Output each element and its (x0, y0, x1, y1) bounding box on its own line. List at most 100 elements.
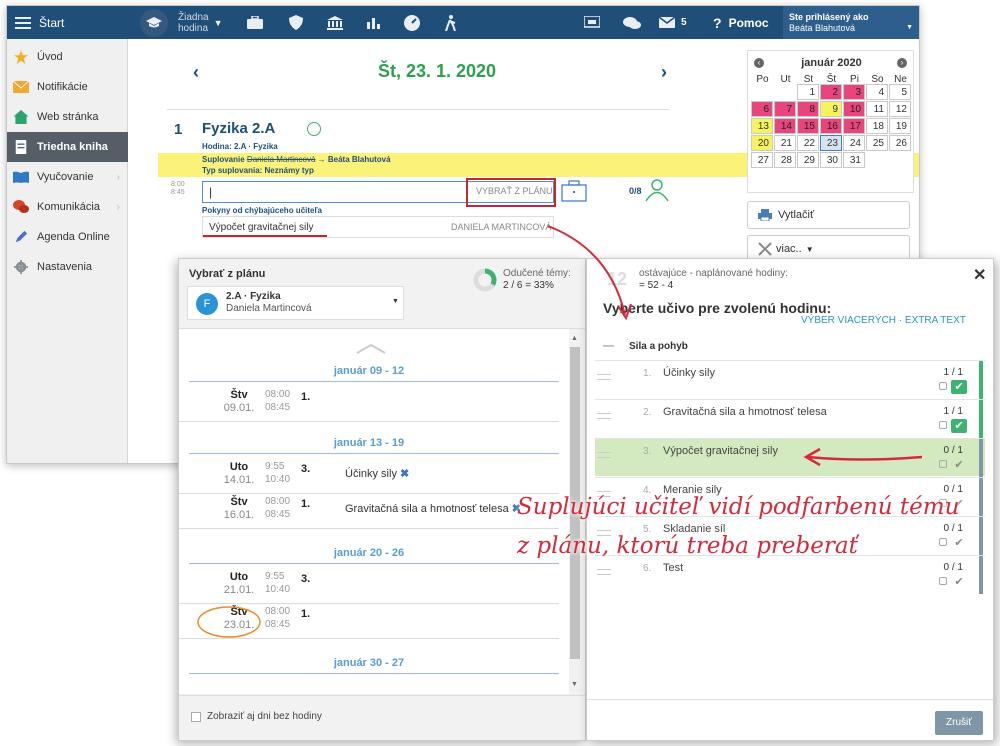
calendar-day[interactable]: 19 (889, 118, 911, 134)
sidebar-item-triedna-kniha[interactable]: Triedna kniha (7, 132, 128, 162)
pick-from-plan-button[interactable]: VYBRAŤ Z PLÁNU (466, 178, 556, 207)
calendar-day[interactable]: 1 (797, 84, 819, 100)
sidebar-item-uvod[interactable]: Úvod (7, 42, 128, 72)
topic-count: 0 / 1 (943, 562, 963, 573)
check-icon[interactable]: ✔ (951, 575, 967, 589)
lesson-row[interactable]: Štv 23.01. 08:00 08:45 1. (179, 604, 559, 640)
calendar-day[interactable]: 30 (820, 152, 842, 168)
drag-handle-icon[interactable] (597, 374, 611, 380)
scroll-down-icon[interactable]: ▼ (571, 681, 578, 688)
user-circle-icon[interactable] (307, 122, 321, 136)
lesson-row[interactable]: Štv 09.01. 08:00 08:45 1. (179, 387, 559, 423)
calendar-day[interactable]: 16 (820, 118, 842, 134)
class-select[interactable]: F 2.A · Fyzika Daniela Martincová ▼ (187, 286, 404, 320)
sidebar-item-vyucovanie[interactable]: Vyučovanie › (7, 162, 128, 192)
calendar-day[interactable]: 29 (797, 152, 819, 168)
calendar-day[interactable]: 22 (797, 135, 819, 151)
briefcase-icon[interactable] (247, 6, 263, 39)
calendar-day[interactable]: 24 (843, 135, 865, 151)
calendar-day[interactable]: 14 (774, 118, 796, 134)
briefcase-icon[interactable] (561, 180, 587, 202)
topic-row[interactable]: 2. Gravitačná sila a hmotnosť telesa 1 / 1… (595, 399, 985, 438)
show-all-label: Zobraziť aj dni bez hodiny (207, 711, 322, 722)
calendar-day[interactable]: 28 (774, 152, 796, 168)
calendar-day[interactable]: 11 (866, 101, 888, 117)
calendar-day[interactable]: 9 (820, 101, 842, 117)
user-menu[interactable]: Ste prihlásený ako Beáta Blahutová ▼ (783, 6, 919, 39)
lesson-row[interactable]: Uto 14.01. 9:55 10:40 3. Účinky sily ✖ (179, 459, 559, 495)
calendar-day[interactable]: 4 (866, 84, 888, 100)
sidebar-item-nastavenia[interactable]: Nastavenia (7, 252, 128, 282)
menu-button[interactable]: Štart (15, 6, 64, 39)
sidebar-item-label: Notifikácie (37, 81, 88, 93)
calendar-blank (889, 152, 911, 168)
calendar-day[interactable]: 5 (889, 84, 911, 100)
multi-select-link[interactable]: VÝBER VIACERÝCH · EXTRA TEXT (801, 315, 966, 326)
lesson-picker[interactable]: Žiadna hodina ▼ (140, 6, 223, 39)
sidebar-item-notifikacie[interactable]: Notifikácie (7, 72, 128, 102)
hiking-icon[interactable] (443, 6, 459, 39)
calendar-day[interactable]: 7 (774, 101, 796, 117)
calendar-day[interactable]: 6 (751, 101, 773, 117)
next-month-button[interactable]: › (897, 58, 907, 68)
next-day-button[interactable]: › (661, 62, 667, 83)
prev-day-button[interactable]: ‹ (193, 62, 199, 83)
lesson-row[interactable]: Štv 16.01. 08:00 08:45 1. Gravitačná sila a h… (179, 494, 559, 530)
sidebar-item-agenda[interactable]: Agenda Online (7, 222, 128, 252)
print-button[interactable]: Vytlačiť (747, 201, 910, 229)
topic-row[interactable]: 3. Výpočet gravitačnej sily 0 / 1 ✔ (595, 438, 985, 477)
topic-row[interactable]: 1. Účinky sily 1 / 1 ✔ (595, 360, 985, 399)
calendar-day[interactable]: 3 (843, 84, 865, 100)
topic-name: Výpočet gravitačnej sily (663, 445, 778, 457)
calendar-day[interactable]: 18 (866, 118, 888, 134)
drag-handle-icon[interactable] (597, 413, 611, 419)
cancel-button[interactable]: Zrušiť (935, 711, 983, 735)
calendar-day[interactable]: 8 (797, 101, 819, 117)
institution-icon[interactable] (327, 6, 343, 39)
chevron-up-icon[interactable] (355, 343, 387, 355)
calendar-day[interactable]: 25 (866, 135, 888, 151)
speedometer-icon[interactable] (404, 6, 420, 39)
check-icon[interactable]: ✔ (951, 419, 967, 433)
drag-handle-icon[interactable] (597, 569, 611, 575)
logged-as-label: Ste prihlásený ako (789, 11, 869, 22)
bar-chart-icon[interactable] (367, 6, 381, 39)
calendar-day[interactable]: 27 (751, 152, 773, 168)
scroll-up-icon[interactable]: ▲ (571, 335, 578, 342)
lesson-start: 08:00 (265, 389, 291, 400)
sidebar-item-web[interactable]: Web stránka (7, 102, 128, 132)
check-icon[interactable]: ✔ (951, 458, 967, 472)
sidebar-item-komunikacia[interactable]: Komunikácia › (7, 192, 128, 222)
calendar-day[interactable]: 2 (820, 84, 842, 100)
calendar-day[interactable]: 23 (820, 135, 842, 151)
users-icon[interactable] (644, 178, 670, 202)
messages-button[interactable]: 5 (659, 6, 687, 39)
remove-icon[interactable]: ✖ (400, 468, 409, 480)
lesson-row[interactable]: Uto 21.01. 9:55 10:40 3. (179, 569, 559, 605)
calendar-day[interactable]: 26 (889, 135, 911, 151)
drag-handle-icon[interactable] (597, 452, 611, 458)
calendar-day[interactable]: 17 (843, 118, 865, 134)
show-all-checkbox[interactable] (191, 712, 201, 722)
collapse-icon[interactable]: — (603, 340, 614, 352)
sidebar-item-label: Nastavenia (37, 261, 93, 273)
star-icon (14, 50, 28, 64)
topic-row[interactable]: 6. Test 0 / 1 ✔ (595, 555, 985, 594)
help-button[interactable]: ? Pomoc (713, 6, 769, 39)
calendar-day[interactable]: 12 (889, 101, 911, 117)
close-icon[interactable]: ✕ (973, 265, 986, 285)
check-icon[interactable]: ✔ (951, 536, 967, 550)
calendar-day[interactable]: 31 (843, 152, 865, 168)
substitution-line: Suplovanie Daniela Martincová → Beáta Bl… (202, 155, 391, 164)
presentation-icon[interactable] (584, 6, 600, 39)
calendar-day[interactable]: 20 (751, 135, 773, 151)
calendar-day[interactable]: 21 (774, 135, 796, 151)
shield-icon[interactable] (289, 6, 303, 39)
chat-icon[interactable] (623, 6, 641, 39)
calendar-day[interactable]: 15 (797, 118, 819, 134)
check-icon[interactable]: ✔ (951, 380, 967, 394)
lesson-title[interactable]: Fyzika 2.A (202, 120, 275, 137)
print-label: Vytlačiť (778, 209, 815, 221)
calendar-day[interactable]: 10 (843, 101, 865, 117)
calendar-day[interactable]: 13 (751, 118, 773, 134)
